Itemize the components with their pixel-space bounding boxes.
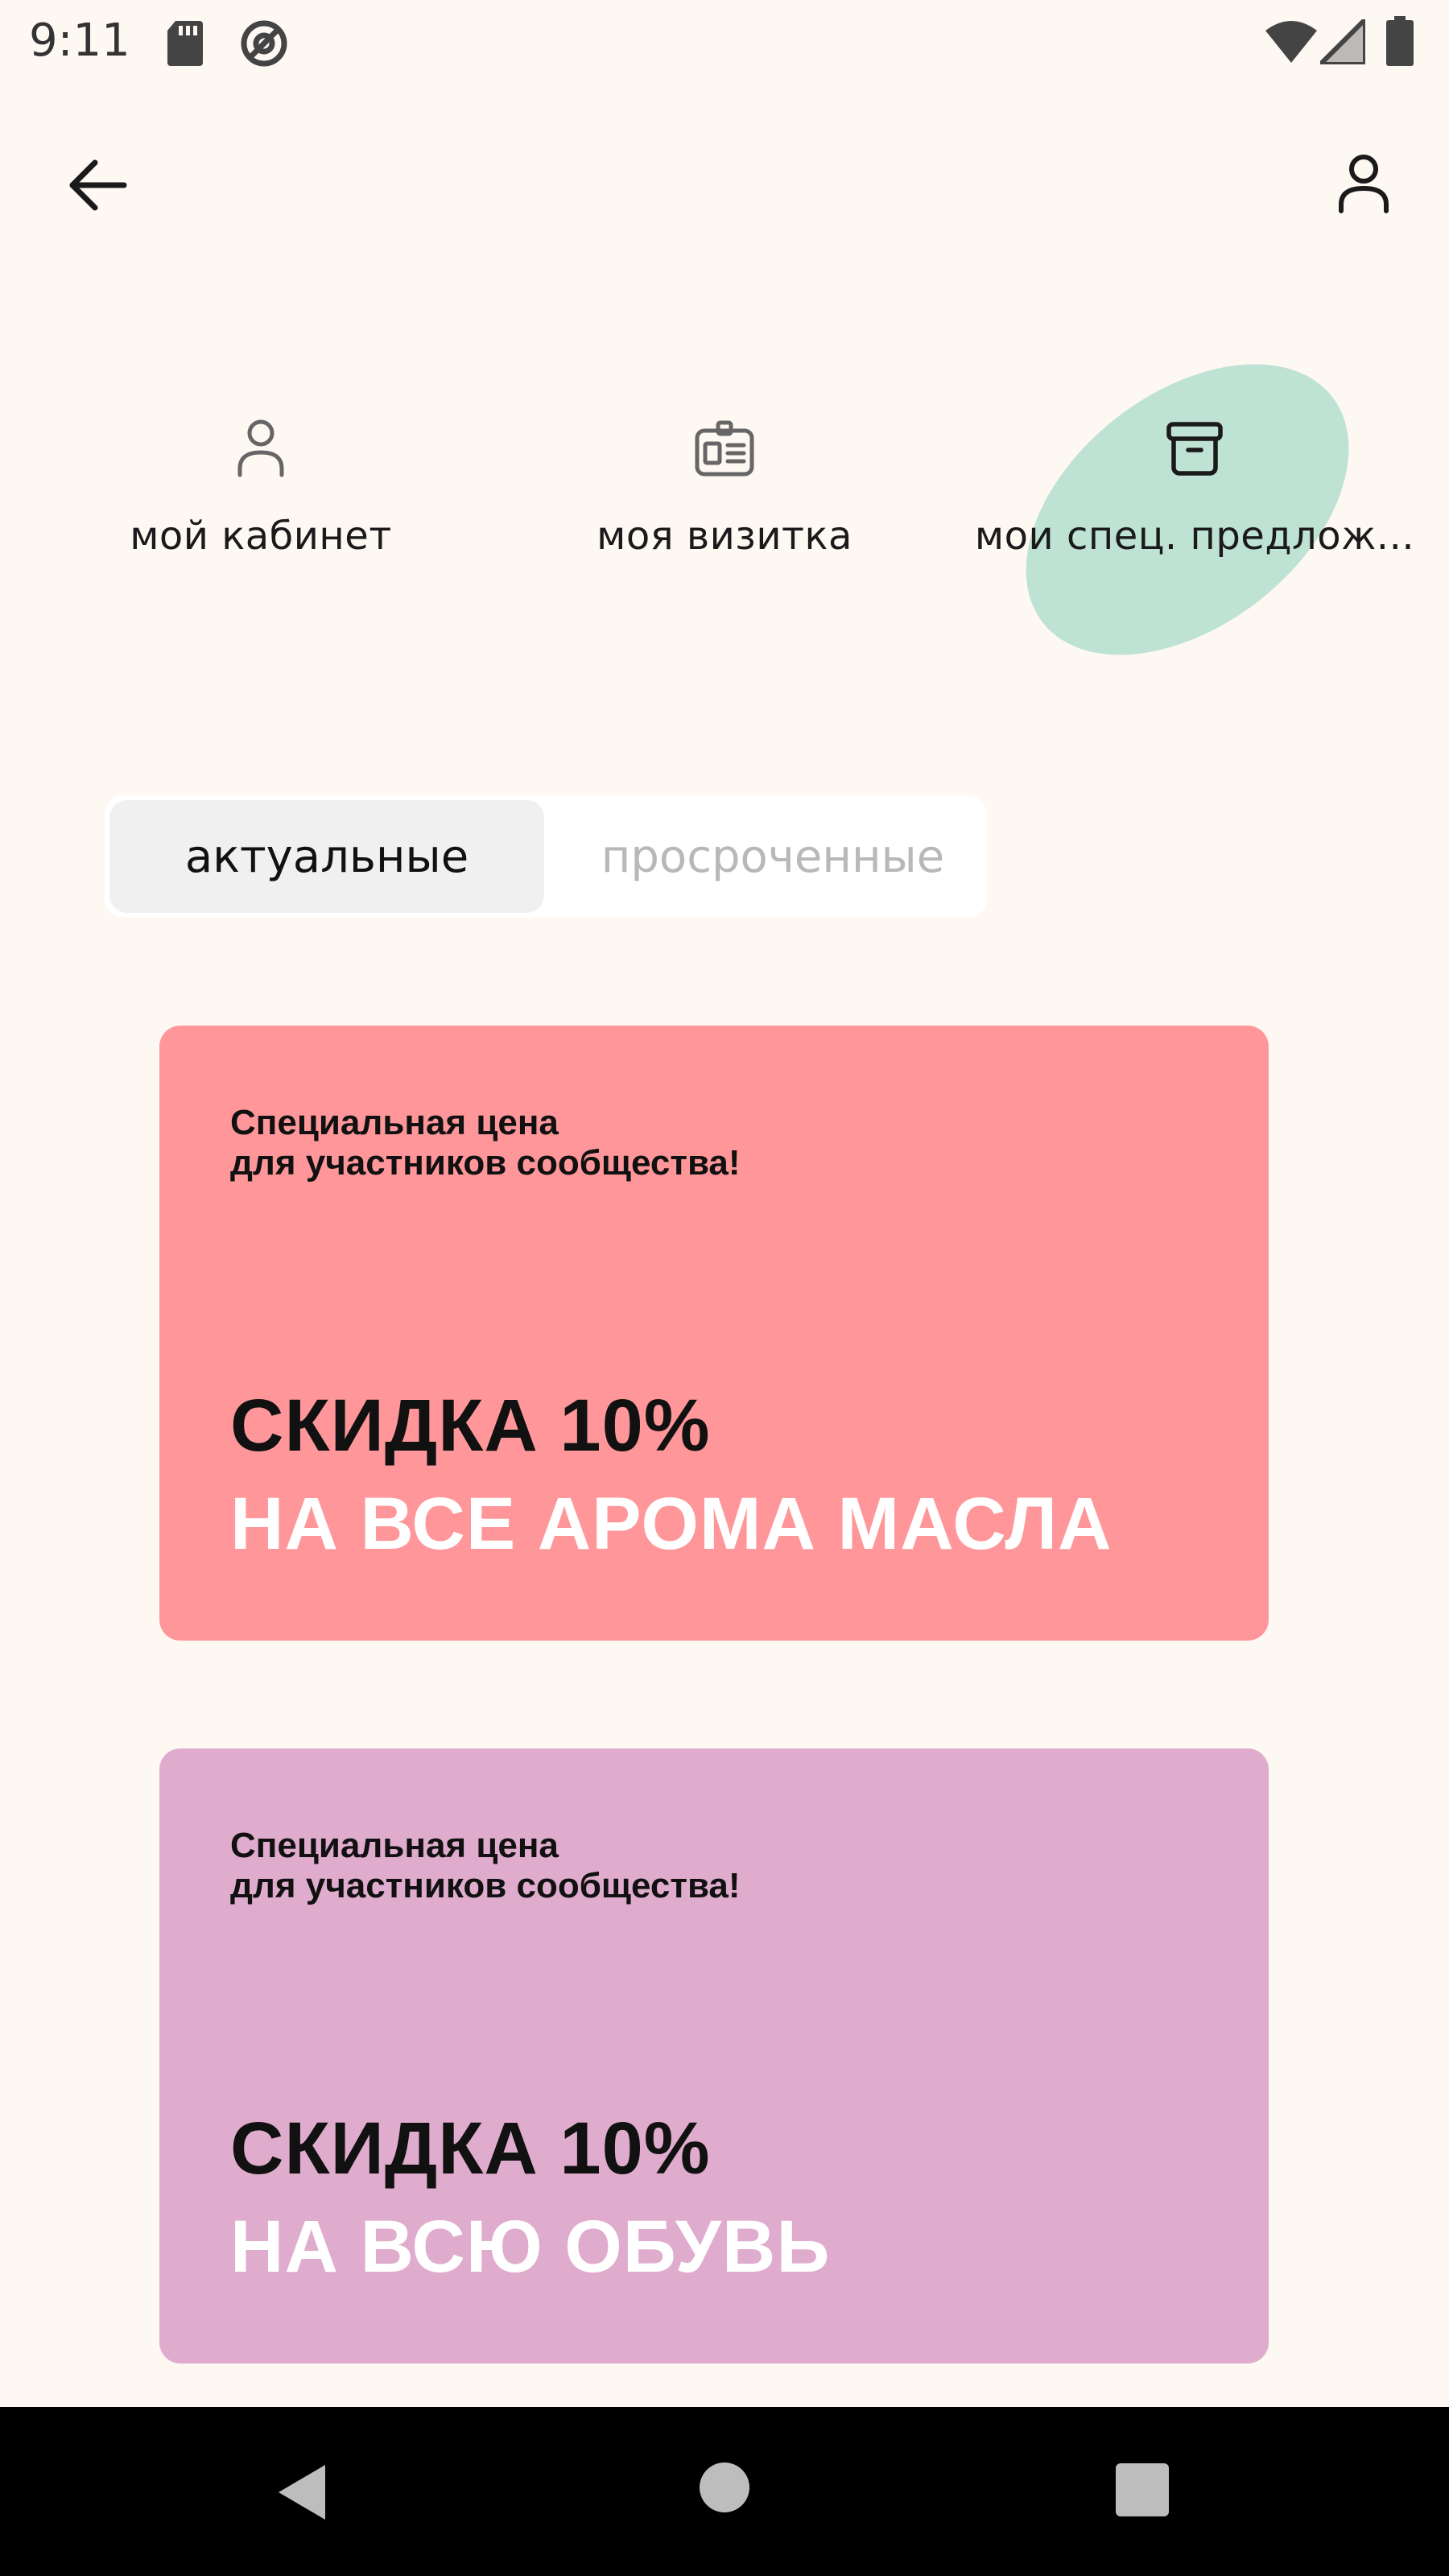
offer-subtitle: Специальная цена для участников сообщест… bbox=[230, 1826, 741, 1905]
back-arrow-icon bbox=[69, 159, 127, 211]
profile-icon bbox=[1339, 155, 1389, 213]
signal-icon bbox=[1314, 13, 1368, 68]
nav-recents-icon[interactable] bbox=[1116, 2463, 1169, 2520]
status-time: 9:11 bbox=[29, 14, 130, 67]
nav-label: моя визитка bbox=[597, 514, 852, 559]
nav-label: мой кабинет bbox=[130, 514, 392, 559]
sd-card-icon bbox=[167, 21, 203, 70]
sync-icon bbox=[238, 18, 290, 73]
offer-card[interactable]: Специальная цена для участников сообщест… bbox=[159, 1748, 1269, 2363]
nav-item-my-offers[interactable]: мои спец. предлож... bbox=[961, 402, 1428, 580]
offer-detail: НА ВСЕ АРОМА МАСЛА bbox=[230, 1483, 1113, 1565]
offer-headline: СКИДКА 10% bbox=[230, 2107, 711, 2190]
nav-back-icon[interactable] bbox=[274, 2460, 332, 2529]
archive-box-icon bbox=[1166, 422, 1223, 476]
nav-item-my-cabinet[interactable]: мой кабинет bbox=[35, 402, 486, 580]
offers-tab-switch: актуальные просроченные bbox=[105, 795, 987, 918]
offer-detail: НА ВСЮ ОБУВЬ bbox=[230, 2206, 831, 2288]
tab-expired[interactable]: просроченные bbox=[564, 800, 982, 913]
wifi-icon bbox=[1265, 19, 1317, 68]
offer-subtitle: Специальная цена для участников сообщест… bbox=[230, 1103, 741, 1183]
profile-button[interactable] bbox=[1323, 143, 1404, 224]
nav-label: мои спец. предлож... bbox=[974, 514, 1415, 559]
offer-headline: СКИДКА 10% bbox=[230, 1385, 711, 1467]
tab-current[interactable]: актуальные bbox=[109, 800, 544, 913]
nav-home-icon[interactable] bbox=[697, 2460, 752, 2519]
status-bar: 9:11 bbox=[0, 0, 1449, 84]
person-icon bbox=[237, 419, 284, 477]
battery-icon bbox=[1386, 16, 1414, 70]
id-card-icon bbox=[695, 420, 754, 477]
system-navigation-bar bbox=[0, 2407, 1449, 2576]
back-button[interactable] bbox=[56, 145, 137, 225]
nav-item-my-card[interactable]: моя визитка bbox=[499, 402, 950, 580]
offer-card[interactable]: Специальная цена для участников сообщест… bbox=[159, 1026, 1269, 1641]
